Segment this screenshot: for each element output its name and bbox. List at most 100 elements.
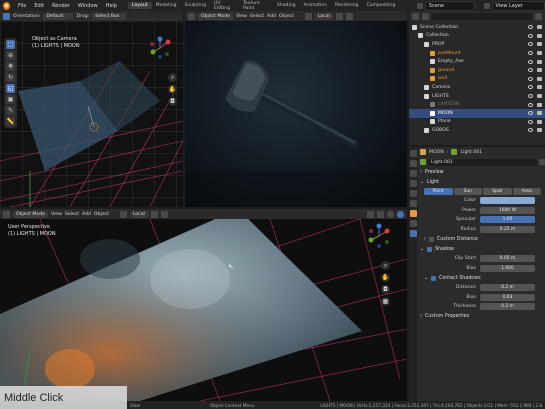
datablock-name-field[interactable]: Light.001 [428,158,537,166]
tab-compositing[interactable]: Compositing [362,2,399,9]
outliner-row[interactable]: PROP [409,40,545,49]
tab-texture-paint[interactable]: Texture Paint [239,0,273,12]
light-type-area[interactable]: Area [512,188,541,195]
shading-rendered-icon[interactable] [397,210,404,218]
drag-dropdown[interactable]: Select Box [92,12,127,20]
world-tab-icon[interactable] [410,200,417,207]
navigation-gizmo-tl[interactable] [148,36,172,60]
render-camera-icon[interactable] [537,51,542,56]
outliner-row[interactable]: ground [409,66,545,75]
outliner-row[interactable]: Plane [409,118,545,127]
shading-solid-icon[interactable] [387,210,394,218]
menu-add-tr[interactable]: Add [267,14,276,19]
transform-dropdown-tr[interactable]: Local [314,12,333,20]
visibility-eye-icon[interactable] [528,128,533,133]
tab-rendering[interactable]: Rendering [331,2,362,9]
outliner-editor-icon[interactable] [412,12,419,20]
camera-icon-bottom[interactable]: ◘ [381,285,390,294]
filter-icon[interactable] [535,12,542,20]
mode-dropdown-bottom[interactable]: Object Mode [13,210,48,218]
outliner-row[interactable]: MOON [409,108,545,118]
view-layer-tab-icon[interactable] [410,180,417,187]
menu-add-bottom[interactable]: Add [82,212,91,217]
move-tool-button[interactable]: ✥ [6,62,15,71]
transform-tool-button[interactable]: ▣ [6,95,15,104]
perspective-icon-bottom[interactable]: ▦ [381,297,390,306]
render-camera-icon[interactable] [537,102,542,107]
visibility-eye-icon[interactable] [528,94,533,99]
clip-start-field[interactable]: 0.05 m [480,255,535,263]
annotate-tool-button[interactable]: ✎ [6,106,15,115]
render-camera-icon[interactable] [537,128,542,133]
outliner-row[interactable]: wall [409,75,545,84]
power-field[interactable]: 1600 W [480,206,535,214]
constraints-tab-icon[interactable] [410,220,417,227]
transform-orientation-icon-bottom[interactable] [119,210,127,218]
orientation-dropdown[interactable]: Default [43,12,74,20]
custom-distance-checkbox[interactable] [428,236,434,242]
outliner-row[interactable]: GOBOS [409,126,545,135]
fake-user-icon[interactable] [539,159,545,165]
outliner-row[interactable]: Empty_Axe [409,57,545,66]
navigation-gizmo-bottom[interactable] [366,223,392,249]
tab-modeling[interactable]: Modeling [152,2,181,9]
mode-dropdown-tr[interactable]: Object Mode [198,12,233,20]
radius-field[interactable]: 0.25 m [480,225,535,233]
render-camera-icon[interactable] [537,68,542,73]
visibility-eye-icon[interactable] [528,25,533,30]
menu-select-tr[interactable]: Select [250,14,264,19]
pan-hand-icon-bottom[interactable]: ✋ [381,273,390,282]
visibility-eye-icon[interactable] [528,42,533,47]
viewport-top-left[interactable]: ⬚ ⊕ ✥ ↻ ◱ ▣ ✎ 📏 Object as Camera (1) LIG… [0,21,183,207]
visibility-eye-icon[interactable] [528,33,533,38]
contact-bias-field[interactable]: 0.03 [480,293,535,301]
menu-edit[interactable]: Edit [30,3,48,9]
zoom-icon[interactable]: ⌕ [168,73,177,82]
scene-tab-icon[interactable] [410,190,417,197]
render-camera-icon[interactable] [537,85,542,90]
select-tool-button[interactable]: ⬚ [6,40,15,49]
specular-field[interactable]: 1.00 [480,216,535,224]
tab-animation[interactable]: Animation [300,2,331,9]
proportional-icon[interactable] [345,12,353,20]
tab-uv-editing[interactable]: UV Editing [210,0,239,12]
scale-tool-button[interactable]: ◱ [6,84,15,93]
render-camera-icon[interactable] [537,119,542,124]
outliner-row[interactable]: axeMount [409,49,545,58]
menu-object-tr[interactable]: Object [279,14,294,19]
select-tool-icon[interactable] [3,12,10,20]
visibility-eye-icon[interactable] [528,102,533,107]
tab-shading[interactable]: Shading [273,2,300,9]
zoom-icon-bottom[interactable]: ⌕ [381,261,390,270]
contact-shadows-checkbox[interactable] [431,275,437,281]
render-camera-icon[interactable] [537,76,542,81]
color-swatch[interactable] [480,197,535,205]
outliner-row[interactable]: LIGHTS [409,92,545,101]
overlay-icon[interactable] [367,210,374,218]
render-tab-icon[interactable] [410,160,417,167]
light-type-sun[interactable]: Sun [453,188,482,195]
viewport-top-right-render[interactable] [185,21,407,207]
visibility-eye-icon[interactable] [528,119,533,124]
menu-window[interactable]: Window [74,3,102,9]
menu-file[interactable]: File [14,3,30,9]
light-type-point[interactable]: Point [424,188,453,195]
menu-render[interactable]: Render [48,3,74,9]
scene-selector[interactable]: Scene [424,0,475,11]
snap-icon[interactable] [335,12,343,20]
tab-sculpting[interactable]: Sculpting [181,2,210,9]
custom-distance-section[interactable]: › Custom Distance [420,234,545,244]
viewport-bottom[interactable]: ↖ User Perspective (1) LIGHTS | MOON ⌕ ✋… [0,219,407,401]
render-camera-icon[interactable] [537,33,542,38]
custom-properties-section[interactable]: › Custom Properties [420,312,545,322]
display-mode-icon[interactable] [422,12,429,20]
tool-tab-icon[interactable] [410,150,417,157]
snap-icon-bottom[interactable] [150,210,158,218]
camera-icon[interactable]: ◘ [168,97,177,106]
proportional-icon-bottom[interactable] [160,210,168,218]
transform-orientation-icon[interactable] [304,12,312,20]
menu-object-bottom[interactable]: Object [94,212,109,217]
tab-layout[interactable]: Layout [128,2,152,9]
blender-logo-icon[interactable]: ◉ [3,1,10,10]
render-camera-icon[interactable] [537,94,542,99]
